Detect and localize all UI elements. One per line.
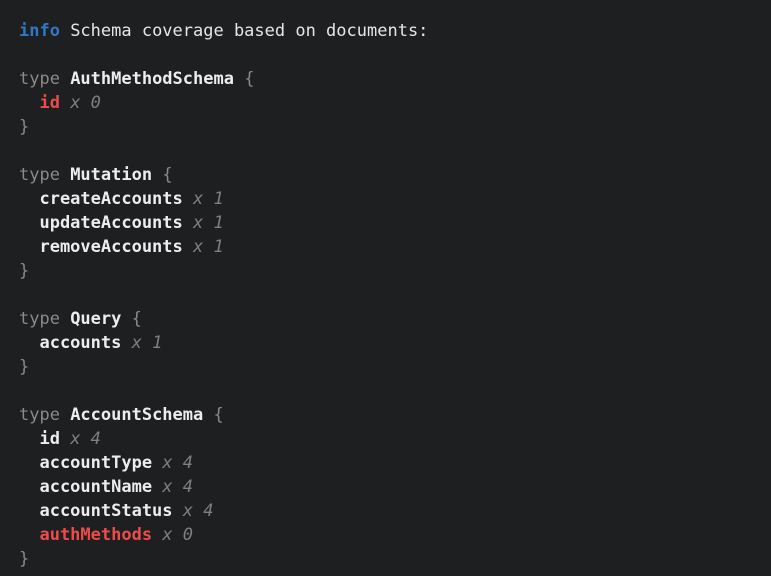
close-line: } bbox=[19, 547, 757, 571]
type-keyword: type bbox=[19, 69, 60, 89]
field-line: idx 0 bbox=[19, 91, 757, 115]
terminal-output[interactable]: infoSchema coverage based on documents: … bbox=[0, 0, 771, 576]
type-keyword: type bbox=[19, 309, 60, 329]
close-brace: } bbox=[19, 357, 29, 377]
field-name: id bbox=[39, 93, 59, 113]
coverage-blocks: typeAuthMethodSchema{idx 0}typeMutation{… bbox=[19, 43, 757, 571]
field-name: accountName bbox=[39, 477, 152, 497]
close-brace: } bbox=[19, 261, 29, 281]
type-name: AccountSchema bbox=[60, 405, 203, 425]
field-line: idx 4 bbox=[19, 427, 757, 451]
field-line: authMethodsx 0 bbox=[19, 523, 757, 547]
field-name: id bbox=[39, 429, 59, 449]
close-line: } bbox=[19, 115, 757, 139]
field-line: removeAccountsx 1 bbox=[19, 235, 757, 259]
type-keyword: type bbox=[19, 165, 60, 185]
open-brace: { bbox=[203, 405, 223, 425]
field-count: x 0 bbox=[152, 525, 193, 545]
field-name: createAccounts bbox=[39, 189, 182, 209]
field-line: accountsx 1 bbox=[19, 331, 757, 355]
field-line: accountTypex 4 bbox=[19, 451, 757, 475]
open-brace: { bbox=[234, 69, 254, 89]
close-brace: } bbox=[19, 117, 29, 137]
field-count: x 4 bbox=[152, 477, 193, 497]
field-count: x 4 bbox=[152, 453, 193, 473]
field-count: x 0 bbox=[60, 93, 101, 113]
field-name: accounts bbox=[39, 333, 121, 353]
field-name: authMethods bbox=[39, 525, 152, 545]
blank-line bbox=[19, 379, 757, 403]
field-name: accountType bbox=[39, 453, 152, 473]
close-brace: } bbox=[19, 549, 29, 569]
header-message: Schema coverage based on documents: bbox=[60, 21, 428, 41]
field-line: accountStatusx 4 bbox=[19, 499, 757, 523]
field-name: accountStatus bbox=[39, 501, 172, 521]
blank-line bbox=[19, 43, 757, 67]
field-line: accountNamex 4 bbox=[19, 475, 757, 499]
field-line: createAccountsx 1 bbox=[19, 187, 757, 211]
open-brace: { bbox=[152, 165, 172, 185]
field-count: x 1 bbox=[121, 333, 162, 353]
field-count: x 4 bbox=[60, 429, 101, 449]
type-line: typeAccountSchema{ bbox=[19, 403, 757, 427]
field-count: x 4 bbox=[173, 501, 214, 521]
type-keyword: type bbox=[19, 405, 60, 425]
field-line: updateAccountsx 1 bbox=[19, 211, 757, 235]
close-line: } bbox=[19, 259, 757, 283]
type-name: AuthMethodSchema bbox=[60, 69, 234, 89]
field-count: x 1 bbox=[183, 189, 224, 209]
type-line: typeQuery{ bbox=[19, 307, 757, 331]
blank-line bbox=[19, 283, 757, 307]
type-name: Mutation bbox=[60, 165, 152, 185]
coverage-header-line: infoSchema coverage based on documents: bbox=[19, 19, 757, 43]
type-line: typeMutation{ bbox=[19, 163, 757, 187]
field-count: x 1 bbox=[183, 213, 224, 233]
blank-line bbox=[19, 139, 757, 163]
type-name: Query bbox=[60, 309, 121, 329]
field-count: x 1 bbox=[183, 237, 224, 257]
field-name: removeAccounts bbox=[39, 237, 182, 257]
type-line: typeAuthMethodSchema{ bbox=[19, 67, 757, 91]
close-line: } bbox=[19, 355, 757, 379]
field-name: updateAccounts bbox=[39, 213, 182, 233]
open-brace: { bbox=[121, 309, 141, 329]
info-label: info bbox=[19, 21, 60, 41]
